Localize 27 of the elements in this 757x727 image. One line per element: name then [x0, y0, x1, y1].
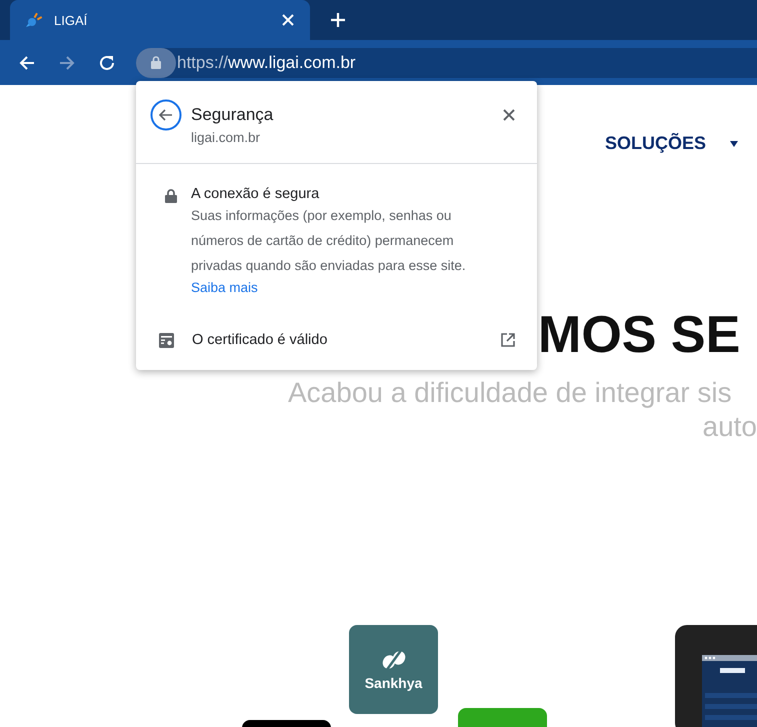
headline: MOS SE: [538, 305, 740, 366]
reload-icon[interactable]: [98, 54, 116, 72]
back-icon[interactable]: [18, 54, 36, 72]
connection-status: A conexão é segura: [191, 186, 320, 202]
learn-more-link[interactable]: Saiba mais: [191, 278, 258, 298]
nav-menu-item[interactable]: SOLUÇÕES: [605, 133, 706, 154]
site-info-button[interactable]: [136, 48, 176, 78]
subtitle-text: Acabou a dificuldade de integrar sis: [288, 376, 732, 410]
address-bar[interactable]: https://www.ligai.com.br: [136, 48, 757, 78]
close-icon[interactable]: [503, 109, 515, 121]
site-domain: ligai.com.br: [191, 130, 262, 145]
subtitle-text: auto: [702, 410, 757, 444]
logo-icon: [382, 648, 406, 670]
certificate-icon: [159, 332, 174, 348]
external-link-icon: [501, 333, 515, 347]
url-text: https://www.ligai.com.br: [177, 52, 356, 72]
partner-logo-tile: Sankhya: [349, 625, 438, 714]
popup-title: Segurança: [191, 105, 274, 125]
forward-icon[interactable]: [58, 54, 76, 72]
lock-icon: [165, 189, 177, 203]
connection-description: Suas informações (por exemplo, senhas ou números de cartão de crédito) permanecem privadas quando são enviadas para esse site.: [191, 207, 467, 275]
lock-icon: [151, 56, 161, 69]
plug-icon: [24, 10, 44, 30]
new-tab-icon[interactable]: [330, 12, 346, 28]
back-icon[interactable]: [150, 99, 182, 131]
certificate-row[interactable]: O certificado é válido: [137, 298, 537, 358]
browser-tab[interactable]: LIGAÍ: [10, 0, 310, 40]
